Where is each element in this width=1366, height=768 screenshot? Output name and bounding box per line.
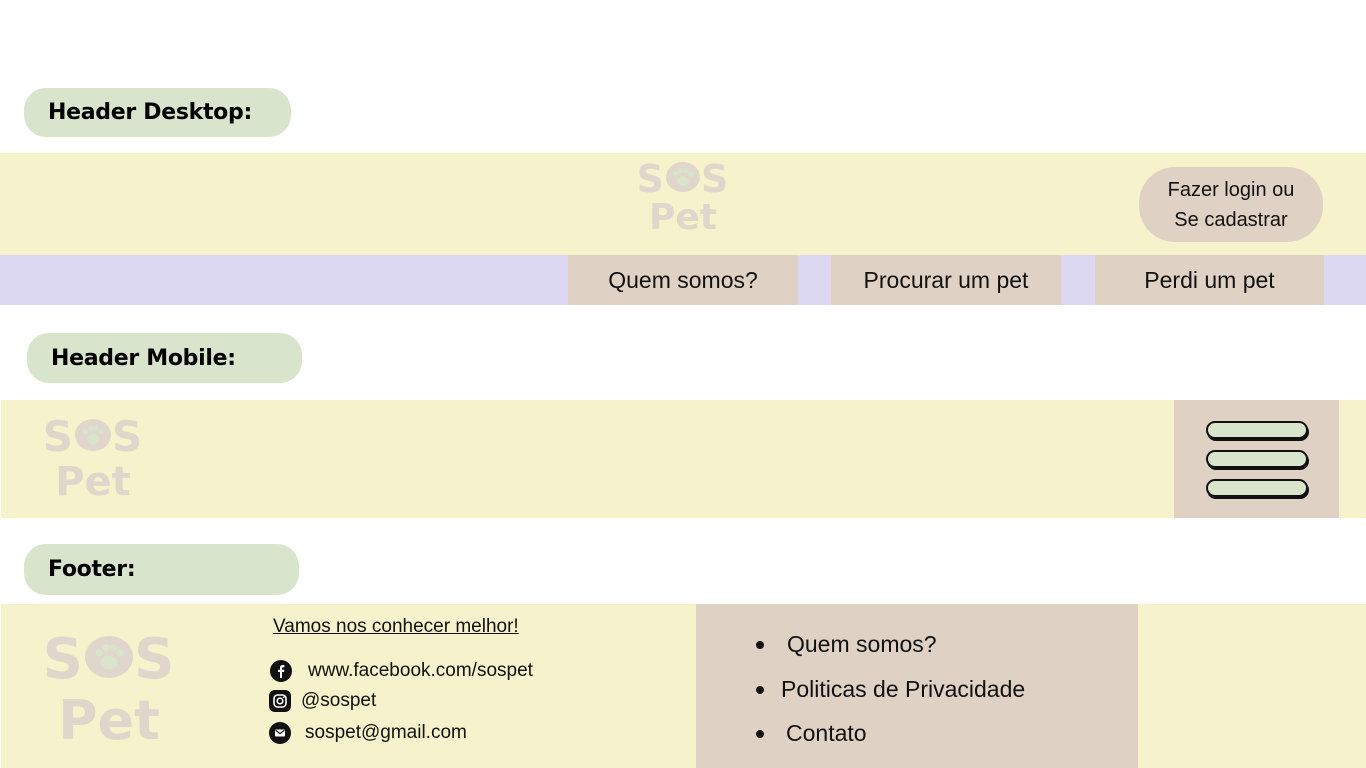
- hamburger-line: [1206, 421, 1308, 439]
- logo[interactable]: SS Pet: [28, 416, 158, 505]
- facebook-link[interactable]: www.facebook.com/sospet: [270, 660, 533, 682]
- footer-link-quem-somos[interactable]: Quem somos?: [756, 631, 937, 658]
- paw-icon: [75, 419, 111, 451]
- logo-letter: S: [42, 412, 74, 461]
- facebook-text: www.facebook.com/sospet: [308, 660, 533, 681]
- logo-letter: S: [134, 627, 176, 692]
- footer-contact-heading[interactable]: Vamos nos conhecer melhor!: [273, 616, 519, 638]
- bullet: [756, 729, 764, 738]
- login-label-line1: Fazer login ou: [1167, 178, 1295, 201]
- footer-link-label: Quem somos?: [787, 631, 937, 657]
- instagram-link[interactable]: @sospet: [269, 690, 376, 712]
- facebook-icon: [270, 660, 292, 682]
- instagram-text: @sospet: [301, 690, 377, 711]
- hamburger-line: [1206, 450, 1308, 468]
- logo-pet-text: Pet: [55, 459, 131, 505]
- bullet: [756, 640, 764, 649]
- logo[interactable]: SS Pet: [620, 160, 746, 236]
- nav-item-quem-somos[interactable]: Quem somos?: [568, 255, 798, 305]
- logo[interactable]: SS Pet: [26, 632, 192, 748]
- mobile-header-bar: [1, 400, 1366, 518]
- email-text: sospet@gmail.com: [305, 722, 467, 743]
- hamburger-line: [1206, 479, 1308, 497]
- footer-bar: [1, 604, 1366, 768]
- logo-letter: S: [701, 157, 730, 201]
- paw-icon: [85, 636, 133, 678]
- instagram-icon: [269, 690, 291, 712]
- login-signup-button[interactable]: Fazer login ou Se cadastrar: [1139, 167, 1323, 242]
- nav-item-procurar-pet[interactable]: Procurar um pet: [831, 255, 1061, 305]
- footer-link-contato[interactable]: Contato: [756, 720, 867, 747]
- logo-letter: S: [636, 157, 665, 201]
- paw-icon: [666, 162, 700, 192]
- logo-pet-text: Pet: [57, 689, 160, 752]
- email-icon: [269, 722, 291, 744]
- bullet: [756, 685, 764, 694]
- section-label-footer: Footer:: [24, 544, 299, 595]
- logo-letter: S: [112, 412, 144, 461]
- footer-link-label: Contato: [786, 720, 867, 746]
- login-label-line2: Se cadastrar: [1174, 208, 1288, 231]
- footer-link-privacidade[interactable]: Politicas de Privacidade: [756, 676, 1025, 703]
- section-label-header-mobile: Header Mobile:: [27, 333, 302, 383]
- logo-pet-text: Pet: [648, 197, 717, 238]
- section-label-header-desktop: Header Desktop:: [24, 88, 291, 137]
- nav-item-perdi-pet[interactable]: Perdi um pet: [1095, 255, 1324, 305]
- logo-letter: S: [42, 627, 84, 692]
- email-link[interactable]: sospet@gmail.com: [269, 722, 467, 744]
- footer-link-label: Politicas de Privacidade: [781, 676, 1026, 702]
